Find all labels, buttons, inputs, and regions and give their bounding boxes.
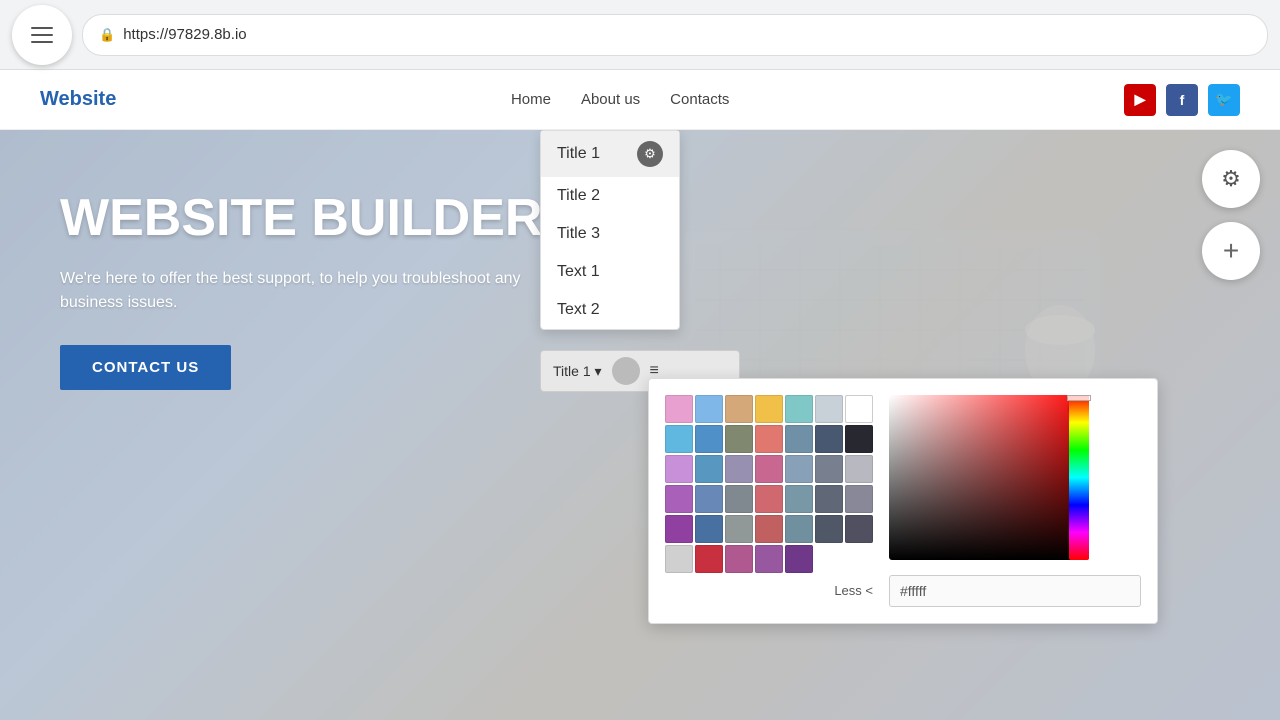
- swatch-extra3[interactable]: [725, 545, 753, 573]
- spectrum-area: #fffff: [889, 395, 1141, 607]
- dropdown-item-title2[interactable]: Title 2: [541, 177, 679, 215]
- dropdown-item-text2[interactable]: Text 2: [541, 291, 679, 329]
- swatch-r1c1[interactable]: [665, 395, 693, 423]
- hero-content: WEBSITE BUILDER We're here to offer the …: [60, 190, 560, 390]
- swatch-r4c3[interactable]: [725, 485, 753, 513]
- hero-title: WEBSITE BUILDER: [60, 190, 560, 247]
- swatch-r3c7[interactable]: [845, 455, 873, 483]
- swatch-extra4[interactable]: [755, 545, 783, 573]
- swatch-r3c4[interactable]: [755, 455, 783, 483]
- menu-line-3: [31, 41, 53, 43]
- color-swatches: Less <: [665, 395, 873, 607]
- swatch-r2c2[interactable]: [695, 425, 723, 453]
- dropdown-label-title3: Title 3: [557, 225, 600, 243]
- swatch-r2c7[interactable]: [845, 425, 873, 453]
- site-nav: Home About us Contacts: [511, 91, 729, 108]
- swatch-r2c4[interactable]: [755, 425, 783, 453]
- swatch-r3c6[interactable]: [815, 455, 843, 483]
- swatch-r4c6[interactable]: [815, 485, 843, 513]
- swatch-r5c5[interactable]: [785, 515, 813, 543]
- menu-line-2: [31, 34, 53, 36]
- swatch-r5c7[interactable]: [845, 515, 873, 543]
- toolbar-style-select[interactable]: Title 1 ▾: [553, 363, 602, 380]
- youtube-icon[interactable]: ▶: [1124, 84, 1156, 116]
- swatch-r3c3[interactable]: [725, 455, 753, 483]
- swatch-r1c5[interactable]: [785, 395, 813, 423]
- spec-dark: [889, 395, 1089, 560]
- menu-line-1: [31, 27, 53, 29]
- site-logo: Website: [40, 88, 116, 111]
- swatch-r2c5[interactable]: [785, 425, 813, 453]
- dropdown-panel: Title 1 ⚙ Title 2 Title 3 Text 1 Text 2: [540, 130, 680, 330]
- dropdown-item-text1[interactable]: Text 1: [541, 253, 679, 291]
- swatch-r4c5[interactable]: [785, 485, 813, 513]
- float-buttons: ⚙ +: [1202, 150, 1260, 280]
- swatch-r2c1[interactable]: [665, 425, 693, 453]
- plus-icon: +: [1223, 235, 1239, 267]
- hue-cursor: [1067, 395, 1091, 401]
- lock-icon: 🔒: [99, 27, 115, 43]
- dropdown-label-title2: Title 2: [557, 187, 600, 205]
- swatch-extra2[interactable]: [695, 545, 723, 573]
- main-area: WEBSITE BUILDER We're here to offer the …: [0, 130, 1280, 720]
- swatch-r1c3[interactable]: [725, 395, 753, 423]
- url-text: https://97829.8b.io: [123, 26, 246, 43]
- swatch-r3c2[interactable]: [695, 455, 723, 483]
- nav-home[interactable]: Home: [511, 91, 551, 108]
- swatch-extra-row: [665, 545, 873, 573]
- settings-float-button[interactable]: ⚙: [1202, 150, 1260, 208]
- dropdown-item-title1[interactable]: Title 1 ⚙: [541, 131, 679, 177]
- item-settings-icon[interactable]: ⚙: [637, 141, 663, 167]
- swatch-r1c6[interactable]: [815, 395, 843, 423]
- social-icons: ▶ f 🐦: [1124, 84, 1240, 116]
- swatch-r5c1[interactable]: [665, 515, 693, 543]
- dropdown-label-title1: Title 1: [557, 145, 600, 163]
- color-picker-panel: Less < #fffff: [648, 378, 1158, 624]
- hero-subtitle: We're here to offer the best support, to…: [60, 267, 560, 315]
- swatch-r5c2[interactable]: [695, 515, 723, 543]
- browser-chrome: 🔒 https://97829.8b.io: [0, 0, 1280, 70]
- nav-about[interactable]: About us: [581, 91, 640, 108]
- contact-us-button[interactable]: CONTACT US: [60, 345, 231, 390]
- swatch-r3c5[interactable]: [785, 455, 813, 483]
- swatch-r4c1[interactable]: [665, 485, 693, 513]
- add-float-button[interactable]: +: [1202, 222, 1260, 280]
- facebook-icon[interactable]: f: [1166, 84, 1198, 116]
- swatch-r2c6[interactable]: [815, 425, 843, 453]
- toggle-button[interactable]: [612, 357, 640, 385]
- color-picker-inner: Less < #fffff: [665, 395, 1141, 607]
- swatch-r1c2[interactable]: [695, 395, 723, 423]
- swatch-r2c3[interactable]: [725, 425, 753, 453]
- spectrum-container: [889, 395, 1089, 560]
- dropdown-label-text1: Text 1: [557, 263, 600, 281]
- less-button[interactable]: Less <: [665, 583, 873, 598]
- swatch-r1c4[interactable]: [755, 395, 783, 423]
- dropdown-label-text2: Text 2: [557, 301, 600, 319]
- toolbar-selected-label: Title 1: [553, 363, 591, 379]
- swatch-extra5[interactable]: [785, 545, 813, 573]
- twitter-icon[interactable]: 🐦: [1208, 84, 1240, 116]
- hex-input[interactable]: #fffff: [889, 575, 1141, 607]
- swatch-grid: [665, 395, 873, 543]
- settings-icon: ⚙: [1221, 166, 1241, 192]
- spectrum-gradient[interactable]: [889, 395, 1089, 560]
- browser-menu-button[interactable]: [12, 5, 72, 65]
- swatch-r4c2[interactable]: [695, 485, 723, 513]
- swatch-r5c3[interactable]: [725, 515, 753, 543]
- swatch-r1c7[interactable]: [845, 395, 873, 423]
- site-header: Website Home About us Contacts ▶ f 🐦: [0, 70, 1280, 130]
- swatch-r3c1[interactable]: [665, 455, 693, 483]
- url-bar[interactable]: 🔒 https://97829.8b.io: [82, 14, 1268, 56]
- nav-contacts[interactable]: Contacts: [670, 91, 729, 108]
- swatch-extra1[interactable]: [665, 545, 693, 573]
- hue-strip[interactable]: [1069, 395, 1089, 560]
- swatch-r5c6[interactable]: [815, 515, 843, 543]
- dropdown-item-title3[interactable]: Title 3: [541, 215, 679, 253]
- swatch-r4c7[interactable]: [845, 485, 873, 513]
- swatch-r4c4[interactable]: [755, 485, 783, 513]
- swatch-r5c4[interactable]: [755, 515, 783, 543]
